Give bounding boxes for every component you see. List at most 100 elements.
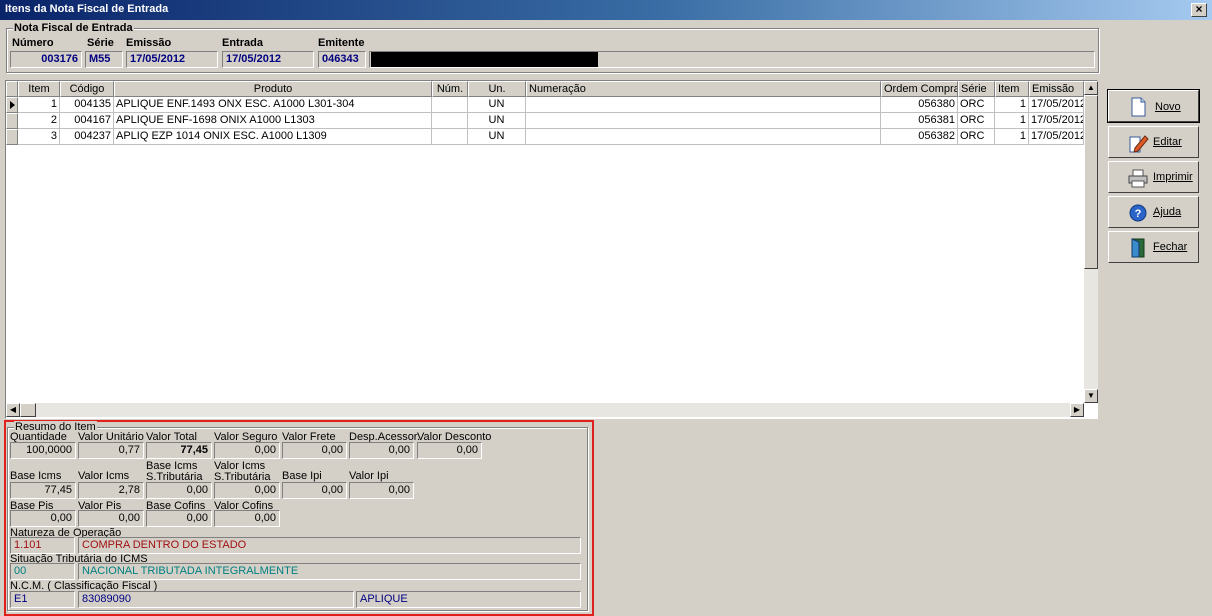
cell-emissao[interactable]: 17/05/2012: [1029, 129, 1084, 145]
scroll-up-arrow-icon[interactable]: ▲: [1084, 81, 1098, 95]
valor-frete-field[interactable]: 0,00: [282, 442, 347, 459]
valor-icms-label: Valor Icms: [78, 470, 130, 482]
valor-icms-st-field[interactable]: 0,00: [214, 482, 280, 499]
natureza-desc-field[interactable]: COMPRA DENTRO DO ESTADO: [78, 537, 581, 554]
cell-numeracao[interactable]: [526, 113, 881, 129]
cell-codigo[interactable]: 004237: [60, 129, 114, 145]
entrada-field[interactable]: 17/05/2012: [222, 51, 314, 68]
numero-field[interactable]: 003176: [10, 51, 82, 68]
col-emissao[interactable]: Emissão: [1029, 81, 1084, 97]
ncm-code-field[interactable]: E1: [10, 591, 75, 608]
items-grid[interactable]: Item Código Produto Núm. Un. Numeração O…: [5, 80, 1098, 419]
cell-num[interactable]: [432, 113, 468, 129]
col-un[interactable]: Un.: [468, 81, 526, 97]
base-icms-field[interactable]: 77,45: [10, 482, 76, 499]
valor-total-field[interactable]: 77,45: [146, 442, 212, 459]
emitente-field[interactable]: 046343: [318, 51, 366, 68]
cell-item[interactable]: 1: [18, 97, 60, 113]
col-num[interactable]: Núm.: [432, 81, 468, 97]
base-pis-field[interactable]: 0,00: [10, 510, 76, 527]
table-row[interactable]: 1 004135 APLIQUE ENF.1493 ONX ESC. A1000…: [6, 97, 1084, 113]
quantidade-field[interactable]: 100,0000: [10, 442, 76, 459]
col-codigo[interactable]: Código: [60, 81, 114, 97]
situacao-desc-field[interactable]: NACIONAL TRIBUTADA INTEGRALMENTE: [78, 563, 581, 580]
cell-numeracao[interactable]: [526, 97, 881, 113]
table-row[interactable]: 2 004167 APLIQUE ENF-1698 ONIX A1000 L13…: [6, 113, 1084, 129]
vertical-scroll-thumb[interactable]: [1084, 95, 1098, 269]
col-serie[interactable]: Série: [958, 81, 995, 97]
valor-ipi-label: Valor Ipi: [349, 470, 389, 482]
cell-serie[interactable]: ORC: [958, 129, 995, 145]
cell-item2[interactable]: 1: [995, 97, 1029, 113]
situacao-code-field[interactable]: 00: [10, 563, 75, 580]
base-cofins-field[interactable]: 0,00: [146, 510, 212, 527]
close-icon[interactable]: ×: [1191, 3, 1207, 17]
cell-numeracao[interactable]: [526, 129, 881, 145]
valor-desconto-field[interactable]: 0,00: [417, 442, 482, 459]
editar-button[interactable]: Editar: [1108, 126, 1199, 158]
cell-item2[interactable]: 1: [995, 113, 1029, 129]
col-item2[interactable]: Item: [995, 81, 1029, 97]
emissao-field[interactable]: 17/05/2012: [126, 51, 218, 68]
cell-produto[interactable]: APLIQ EZP 1014 ONIX ESC. A1000 L1309: [114, 129, 432, 145]
cell-item2[interactable]: 1: [995, 129, 1029, 145]
printer-icon: [1128, 169, 1148, 188]
emissao-label: Emissão: [126, 37, 172, 49]
valor-cofins-field[interactable]: 0,00: [214, 510, 280, 527]
cell-produto[interactable]: APLIQUE ENF.1493 ONX ESC. A1000 L301-304: [114, 97, 432, 113]
base-icms-label: Base Icms: [10, 470, 62, 482]
cell-ordem-compra[interactable]: 056381: [881, 113, 958, 129]
cell-emissao[interactable]: 17/05/2012: [1029, 97, 1084, 113]
col-numeracao[interactable]: Numeração: [526, 81, 881, 97]
cell-codigo[interactable]: 004135: [60, 97, 114, 113]
natureza-code-field[interactable]: 1.101: [10, 537, 75, 554]
valor-ipi-field[interactable]: 0,00: [349, 482, 414, 499]
cell-emissao[interactable]: 17/05/2012: [1029, 113, 1084, 129]
help-question-icon: ?: [1129, 204, 1147, 222]
valor-unitario-field[interactable]: 0,77: [78, 442, 144, 459]
base-ipi-label: Base Ipi: [282, 470, 322, 482]
imprimir-button-label: Imprimir: [1153, 171, 1193, 183]
cell-num[interactable]: [432, 97, 468, 113]
desp-acessor-field[interactable]: 0,00: [349, 442, 414, 459]
table-row[interactable]: 3 004237 APLIQ EZP 1014 ONIX ESC. A1000 …: [6, 129, 1084, 145]
valor-icms-field[interactable]: 2,78: [78, 482, 144, 499]
cell-un[interactable]: UN: [468, 129, 526, 145]
novo-button[interactable]: Novo: [1107, 89, 1200, 123]
scroll-down-arrow-icon[interactable]: ▼: [1084, 389, 1098, 403]
new-document-icon: [1131, 97, 1146, 117]
base-icms-st-field[interactable]: 0,00: [146, 482, 212, 499]
base-ipi-field[interactable]: 0,00: [282, 482, 347, 499]
imprimir-button[interactable]: Imprimir: [1108, 161, 1199, 193]
horizontal-scroll-thumb[interactable]: [20, 403, 36, 417]
cell-ordem-compra[interactable]: 056380: [881, 97, 958, 113]
valor-pis-field[interactable]: 0,00: [78, 510, 144, 527]
cell-item[interactable]: 3: [18, 129, 60, 145]
serie-label: Série: [87, 37, 114, 49]
novo-button-label: Novo: [1155, 101, 1181, 113]
grid-body: 1 004135 APLIQUE ENF.1493 ONX ESC. A1000…: [6, 97, 1084, 145]
ncm-desc-field[interactable]: APLIQUE: [356, 591, 581, 608]
valor-seguro-field[interactable]: 0,00: [214, 442, 280, 459]
scroll-left-arrow-icon[interactable]: ◀: [6, 403, 20, 417]
horizontal-scrollbar[interactable]: ◀ ▶: [6, 403, 1084, 417]
serie-field[interactable]: M55: [85, 51, 123, 68]
ncm-number-field[interactable]: 83089090: [78, 591, 354, 608]
cell-serie[interactable]: ORC: [958, 97, 995, 113]
fechar-button[interactable]: Fechar: [1108, 231, 1199, 263]
ajuda-button[interactable]: ? Ajuda: [1108, 196, 1199, 228]
vertical-scrollbar[interactable]: ▲ ▼: [1084, 81, 1098, 403]
cell-num[interactable]: [432, 129, 468, 145]
scroll-right-arrow-icon[interactable]: ▶: [1070, 403, 1084, 417]
col-item[interactable]: Item: [18, 81, 60, 97]
cell-serie[interactable]: ORC: [958, 113, 995, 129]
cell-ordem-compra[interactable]: 056382: [881, 129, 958, 145]
col-produto[interactable]: Produto: [114, 81, 432, 97]
cell-un[interactable]: UN: [468, 113, 526, 129]
grid-header: Item Código Produto Núm. Un. Numeração O…: [6, 81, 1084, 97]
cell-produto[interactable]: APLIQUE ENF-1698 ONIX A1000 L1303: [114, 113, 432, 129]
col-ordem-compra[interactable]: Ordem Compra: [881, 81, 958, 97]
cell-item[interactable]: 2: [18, 113, 60, 129]
cell-codigo[interactable]: 004167: [60, 113, 114, 129]
cell-un[interactable]: UN: [468, 97, 526, 113]
